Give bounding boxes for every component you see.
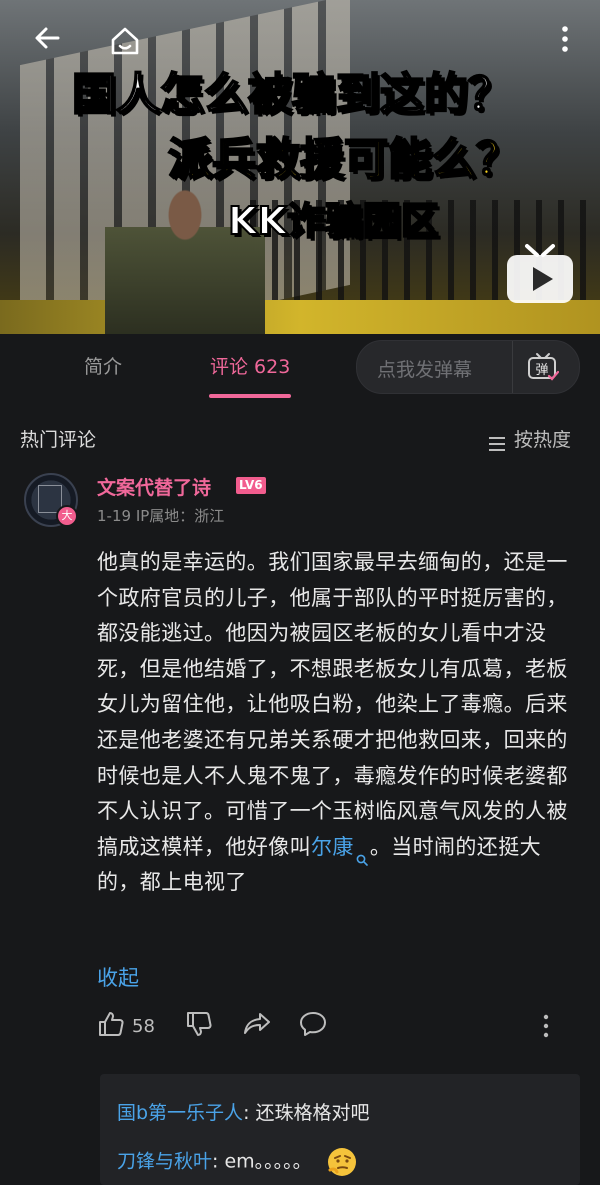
video-title-line3: KK诈骗园区 (227, 198, 440, 244)
collapse-button[interactable]: 收起 (97, 962, 139, 992)
yellow-wall-image (0, 300, 600, 334)
comment-more-icon[interactable] (542, 1014, 550, 1042)
search-link-text: 尔康 (311, 834, 354, 859)
dislike-icon[interactable] (185, 1010, 213, 1042)
reply-preview-box[interactable]: 国b第一乐子人: 还珠格格对吧 刀锋与秋叶: em。。。。。 (100, 1074, 580, 1185)
sort-button[interactable]: 按热度 (488, 425, 571, 452)
like-icon[interactable] (97, 1010, 125, 1042)
back-arrow-icon[interactable] (32, 22, 62, 62)
comment-meta: 1-19 IP属地：浙江 (97, 505, 224, 526)
sort-list-icon (488, 434, 506, 451)
comment-date: 1-19 (97, 507, 132, 525)
comment-text-main: 他真的是幸运的。我们国家最早去缅甸的，还是一个政府官员的儿子，他属于部队的平时挺… (97, 550, 568, 859)
comment-text: 他真的是幸运的。我们国家最早去缅甸的，还是一个政府官员的儿子，他属于部队的平时挺… (97, 545, 577, 901)
reply-item[interactable]: 刀锋与秋叶: em。。。。。 (117, 1146, 358, 1178)
tab-active-indicator (209, 394, 291, 398)
video-title-line2: 派兵救援可能么？ (167, 133, 521, 186)
reply-item[interactable]: 国b第一乐子人: 还珠格格对吧 (117, 1098, 370, 1125)
video-player[interactable]: 国人怎么被骗到这的？ 派兵救援可能么？ KK诈骗园区 (0, 0, 600, 334)
vip-badge: 大 (56, 505, 78, 527)
search-link[interactable]: 尔康 (311, 834, 370, 866)
reply-text: : 还珠格格对吧 (243, 1102, 370, 1124)
reply-icon[interactable] (299, 1010, 327, 1042)
danmaku-icon-label: 弹 (535, 363, 548, 378)
thinking-emoji-icon (326, 1146, 358, 1178)
tv-play-icon[interactable] (505, 243, 575, 305)
danmaku-toggle-icon[interactable]: 弹 (527, 352, 560, 381)
hot-comments-title: 热门评论 (20, 429, 97, 451)
comment-ip: IP属地：浙江 (135, 507, 225, 525)
home-icon[interactable] (108, 24, 142, 58)
level-badge: LV6 (236, 477, 266, 494)
sort-label: 按热度 (514, 429, 572, 451)
danmaku-placeholder: 点我发弹幕 (377, 359, 473, 381)
comment-actions: 58 (97, 1010, 557, 1042)
tab-intro[interactable]: 简介 (84, 352, 122, 379)
like-count: 58 (132, 1016, 155, 1037)
tab-comments[interactable]: 评论 623 (210, 352, 290, 379)
share-icon[interactable] (242, 1010, 272, 1042)
divider (512, 341, 513, 393)
video-title-line1: 国人怎么被骗到这的？ (71, 68, 513, 121)
danmaku-input[interactable]: 点我发弹幕 弹 (356, 340, 580, 394)
more-vertical-icon[interactable] (560, 24, 570, 60)
reply-username[interactable]: 国b第一乐子人 (117, 1102, 243, 1124)
search-icon (356, 842, 368, 866)
reply-username[interactable]: 刀锋与秋叶 (117, 1151, 212, 1173)
reply-text: : em。。。。。 (212, 1150, 312, 1173)
comment-username[interactable]: 文案代替了诗 (97, 473, 211, 500)
